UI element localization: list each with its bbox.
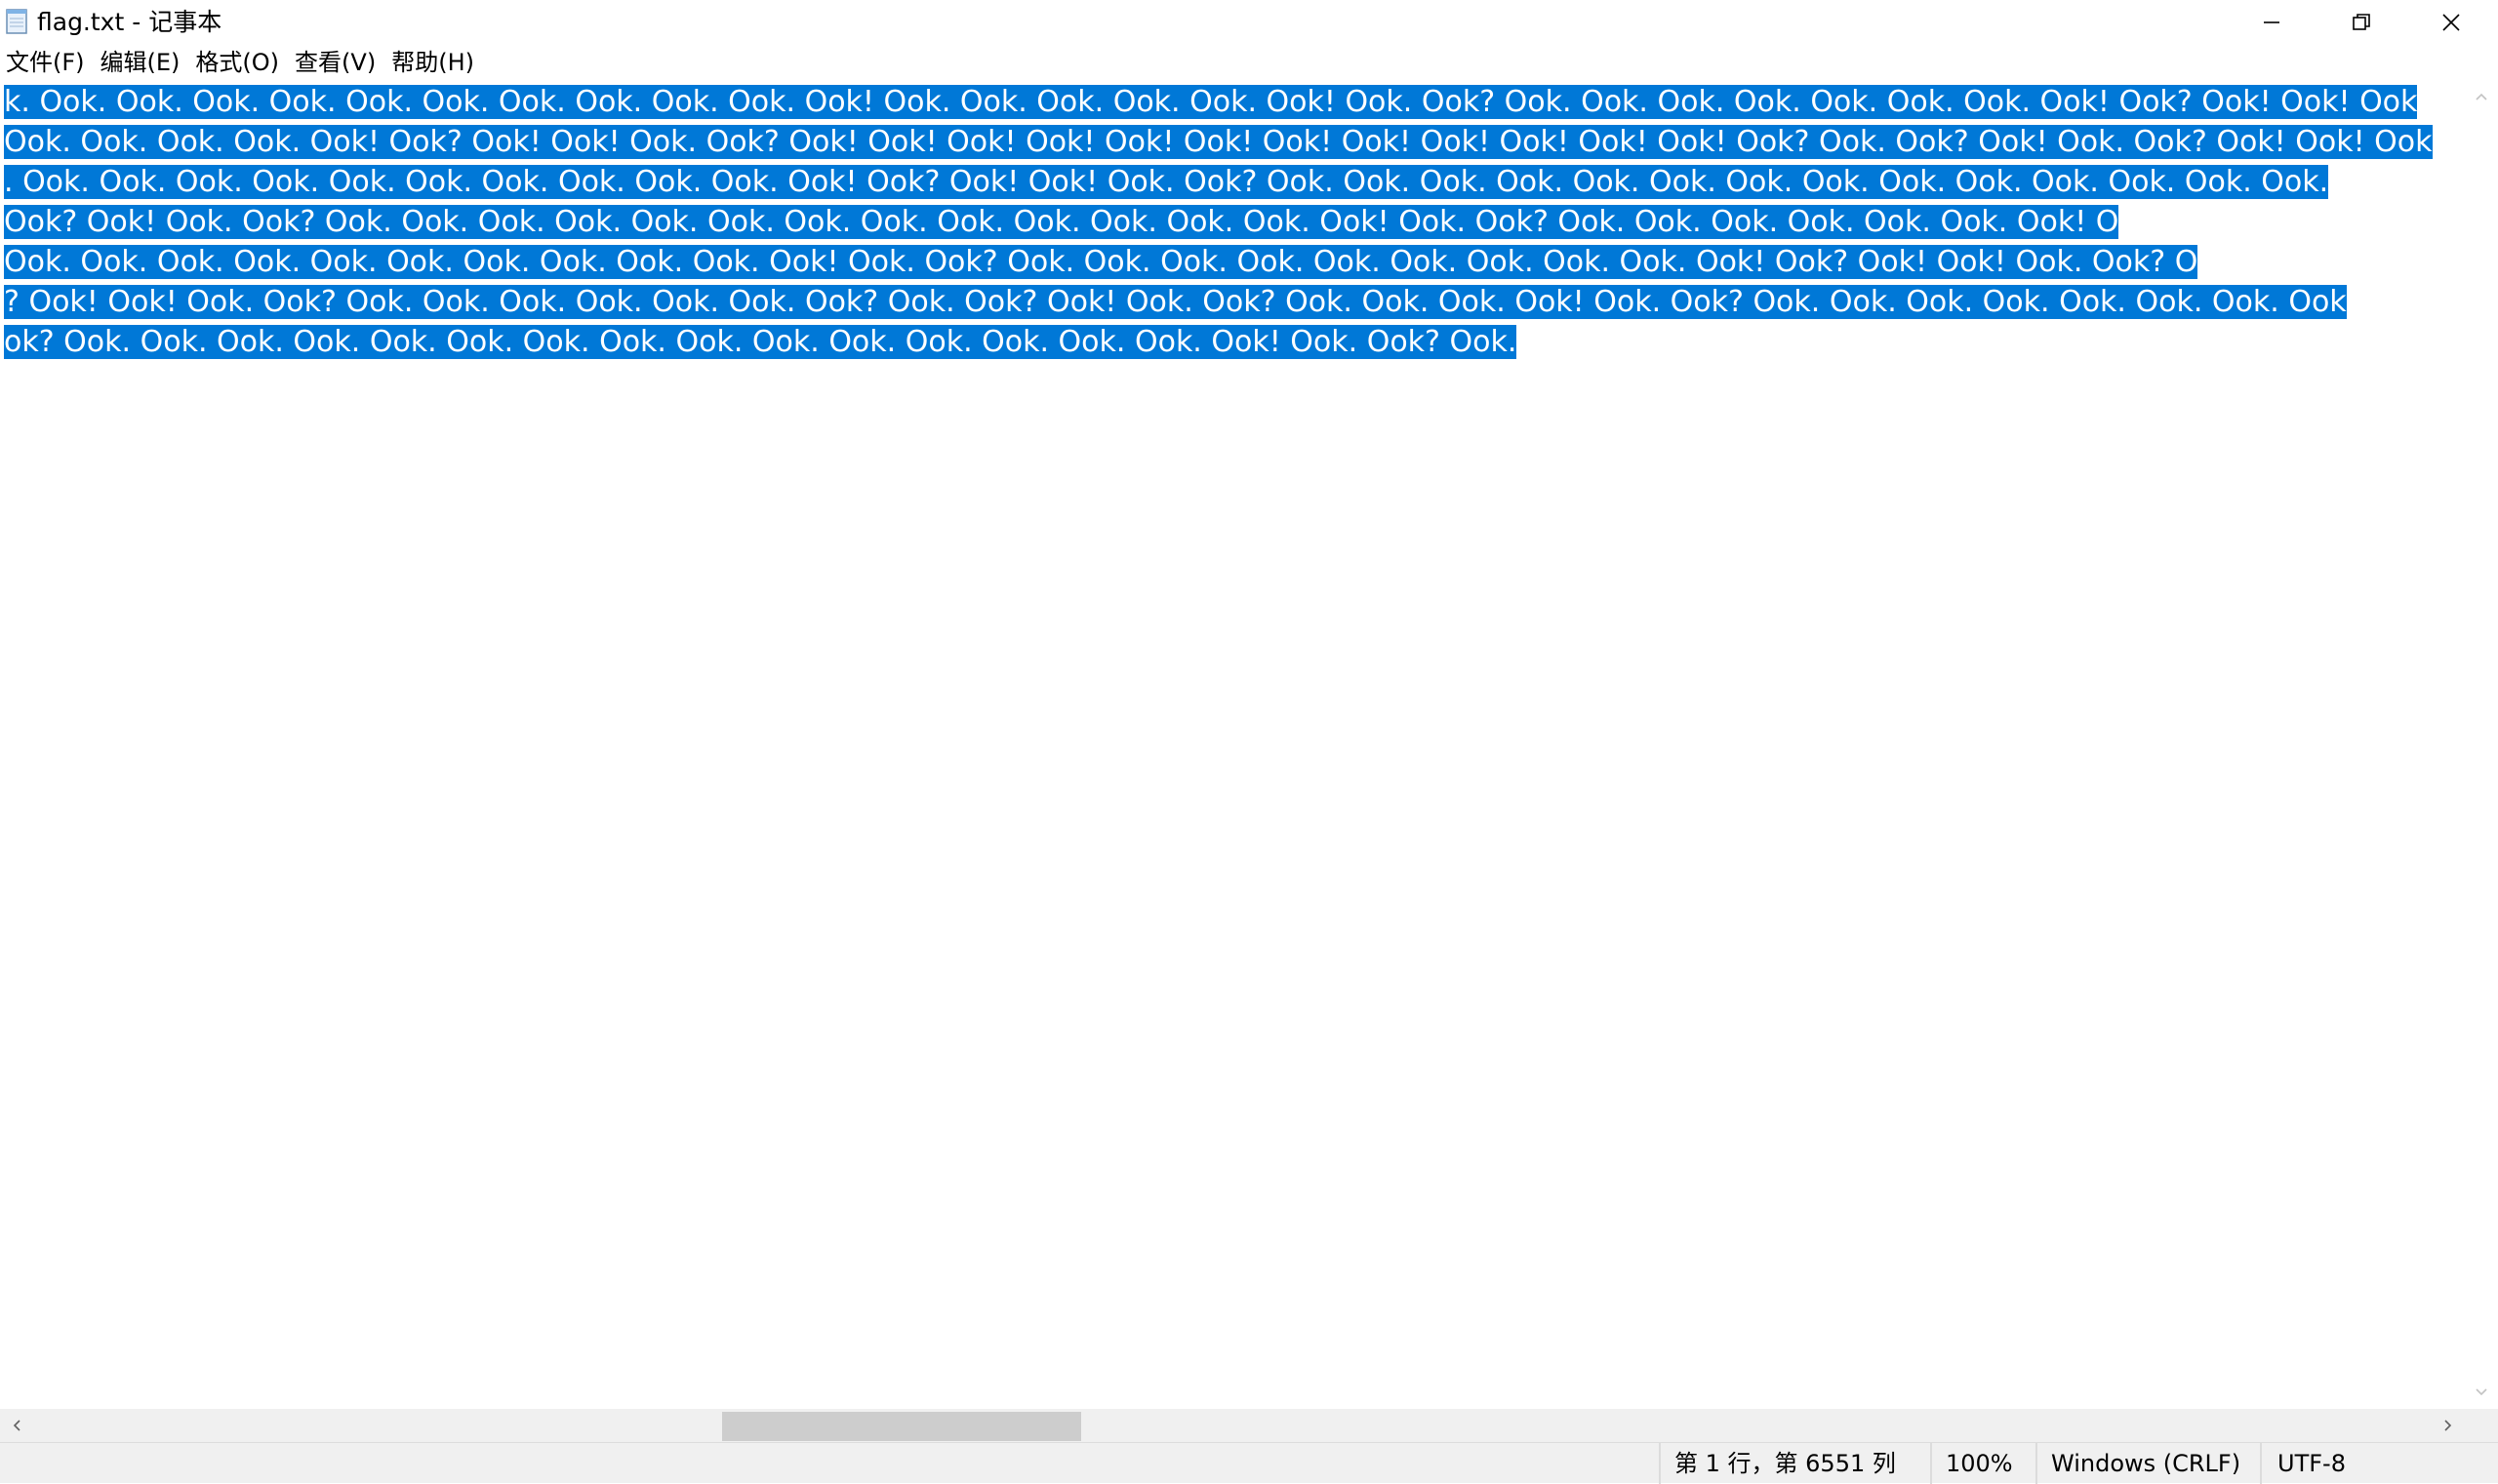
selected-text: Ook. Ook. Ook. Ook. Ook! Ook? Ook! Ook! …: [4, 125, 2433, 159]
vertical-scrollbar[interactable]: [2465, 80, 2498, 1409]
scrollbar-corner: [2465, 1409, 2498, 1442]
text-line: Ook? Ook! Ook. Ook? Ook. Ook. Ook. Ook. …: [4, 202, 2433, 242]
scroll-right-button[interactable]: [2432, 1409, 2465, 1442]
menu-view[interactable]: 查看(V): [287, 45, 383, 80]
chevron-right-icon: [2444, 1420, 2452, 1431]
menu-format[interactable]: 格式(O): [187, 45, 287, 80]
selected-text: Ook. Ook. Ook. Ook. Ook. Ook. Ook. Ook. …: [4, 245, 2198, 279]
menu-bar: 文件(F) 编辑(E) 格式(O) 查看(V) 帮助(H): [0, 45, 2498, 80]
menu-edit[interactable]: 编辑(E): [93, 45, 188, 80]
chevron-down-icon: [2476, 1388, 2487, 1396]
menu-help[interactable]: 帮助(H): [383, 45, 482, 80]
text-line: ok? Ook. Ook. Ook. Ook. Ook. Ook. Ook. O…: [4, 322, 2433, 362]
line-ending: Windows (CRLF): [2035, 1443, 2262, 1484]
restore-icon: [2353, 14, 2370, 30]
minimize-button[interactable]: [2227, 0, 2317, 45]
text-line: . Ook. Ook. Ook. Ook. Ook. Ook. Ook. Ook…: [4, 162, 2433, 202]
chevron-up-icon: [2476, 93, 2487, 100]
title-bar[interactable]: flag.txt - 记事本: [0, 0, 2498, 45]
text-line: ? Ook! Ook! Ook. Ook? Ook. Ook. Ook. Ook…: [4, 282, 2433, 322]
text-line: Ook. Ook. Ook. Ook. Ook! Ook? Ook! Ook! …: [4, 122, 2433, 162]
status-bar: 第 1 行，第 6551 列 100% Windows (CRLF) UTF-8: [0, 1442, 2498, 1484]
scroll-down-button[interactable]: [2465, 1376, 2498, 1409]
scroll-up-button[interactable]: [2465, 80, 2498, 113]
minimize-icon: [2264, 21, 2279, 23]
chevron-left-icon: [13, 1420, 20, 1431]
notepad-icon: [4, 8, 29, 35]
selected-text: ok? Ook. Ook. Ook. Ook. Ook. Ook. Ook. O…: [4, 325, 1517, 359]
scroll-left-button[interactable]: [0, 1409, 33, 1442]
selected-text: Ook? Ook! Ook. Ook? Ook. Ook. Ook. Ook. …: [4, 205, 2119, 239]
restore-button[interactable]: [2317, 0, 2406, 45]
encoding: UTF-8: [2260, 1443, 2498, 1484]
zoom-level: 100%: [1930, 1443, 2037, 1484]
window-title: flag.txt - 记事本: [37, 8, 222, 36]
text-line: k. Ook. Ook. Ook. Ook. Ook. Ook. Ook. Oo…: [4, 82, 2433, 122]
selected-text: ? Ook! Ook! Ook. Ook? Ook. Ook. Ook. Ook…: [4, 285, 2347, 319]
text-line: Ook. Ook. Ook. Ook. Ook. Ook. Ook. Ook. …: [4, 242, 2433, 282]
menu-file[interactable]: 文件(F): [0, 45, 93, 80]
text-editor[interactable]: k. Ook. Ook. Ook. Ook. Ook. Ook. Ook. Oo…: [0, 80, 2465, 1409]
close-icon: [2442, 14, 2460, 31]
cursor-position: 第 1 行，第 6551 列: [1659, 1443, 1932, 1484]
selected-text: . Ook. Ook. Ook. Ook. Ook. Ook. Ook. Ook…: [4, 165, 2329, 199]
selected-text: k. Ook. Ook. Ook. Ook. Ook. Ook. Ook. Oo…: [4, 85, 2418, 119]
horizontal-scroll-thumb[interactable]: [722, 1412, 1081, 1441]
close-button[interactable]: [2406, 0, 2496, 45]
horizontal-scrollbar[interactable]: [0, 1409, 2465, 1442]
